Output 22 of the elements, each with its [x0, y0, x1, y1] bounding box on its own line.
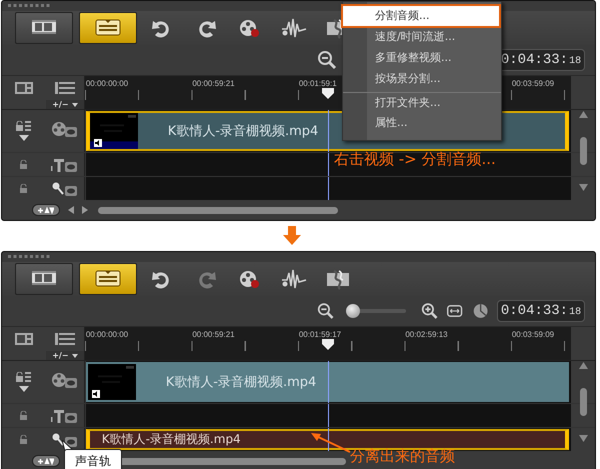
menu-item[interactable]: 速度/时间流逝... — [343, 27, 501, 47]
ruler-time-label: 00:01:59:1 — [298, 79, 337, 88]
ruler-time-label: 00:00:00:00 — [86, 330, 128, 339]
ruler-time-label: 00:03:59:09 — [512, 330, 554, 339]
ruler-time-label: 00:01:59:17 — [298, 330, 342, 339]
ruler-time-label: 00:00:59:21 — [192, 79, 235, 88]
ruler-time-label: 00:00:00:00 — [86, 79, 128, 88]
ruler-time-label: 00:00:59:21 — [192, 330, 235, 339]
timecode-display: 0:04:33:18 — [497, 300, 585, 322]
clip-name: K歌情人-录音棚视频.mp4 — [168, 123, 318, 140]
menu-item[interactable]: 分割音频... — [343, 6, 499, 26]
annotation-text: 右击视频 -> 分割音频... — [334, 150, 496, 169]
ruler-time-label: 00:02:59:13 — [405, 330, 448, 339]
annotation-text: 分离出来的音频 — [350, 447, 455, 466]
menu-item[interactable]: 打开文件夹... — [343, 92, 501, 112]
ruler-time-label: 00:03:59:09 — [512, 79, 554, 88]
menu-item[interactable]: 属性... — [343, 113, 501, 133]
time-ruler[interactable]: 00:00:00:00 00:00:59:21 00:01:59:17 00:02:59:13 00:03:59:09 — [84, 327, 572, 351]
clip-name: K歌情人-录音棚视频.mp4 — [166, 374, 316, 391]
audio-clip[interactable]: K歌情人-录音棚视频.mp4 — [86, 429, 570, 450]
video-clip[interactable]: K歌情人-录音棚视频.mp4 — [86, 362, 570, 402]
clip-name: K歌情人-录音棚视频.mp4 — [102, 431, 241, 448]
